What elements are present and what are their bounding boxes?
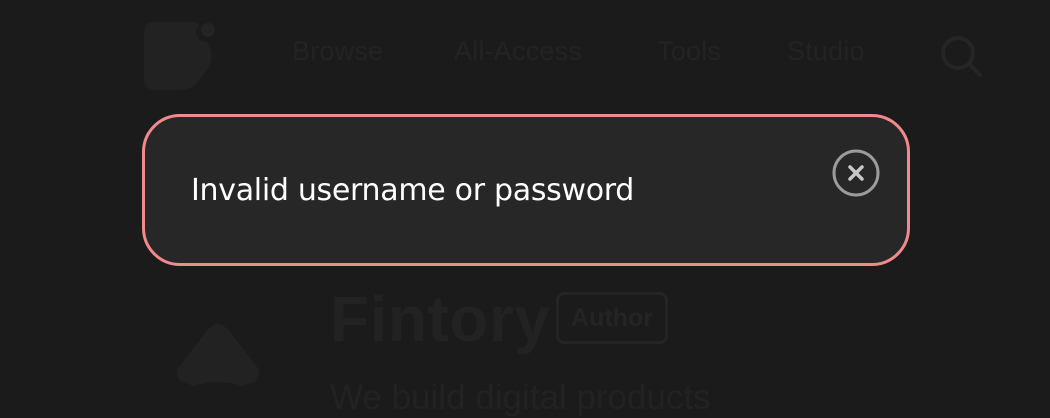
nav-item-browse[interactable]: Browse — [292, 36, 383, 67]
product-title: Fintory — [330, 283, 551, 355]
product-tagline: We build digital products — [330, 378, 711, 417]
brand-logo-icon[interactable] — [140, 18, 218, 92]
close-circle-icon[interactable] — [831, 148, 881, 198]
product-logo-icon — [176, 324, 260, 386]
nav-item-tools[interactable]: Tools — [657, 36, 721, 67]
nav-item-studio[interactable]: Studio — [787, 36, 865, 67]
search-icon[interactable] — [934, 30, 986, 82]
error-toast: Invalid username or password — [142, 114, 910, 266]
error-message: Invalid username or password — [191, 173, 635, 208]
nav-item-all-access[interactable]: All-Access — [454, 36, 582, 67]
author-badge: Author — [556, 292, 668, 344]
